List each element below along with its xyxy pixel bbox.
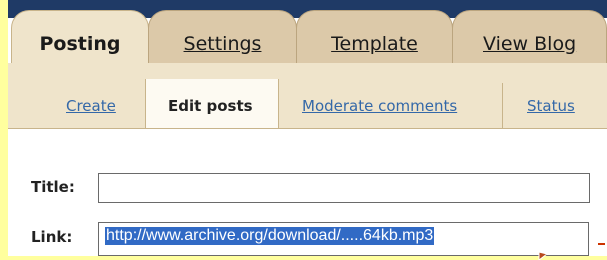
tab-template[interactable]: Template (296, 10, 453, 64)
tab-posting-label: Posting (39, 33, 121, 55)
title-label: Title: (31, 178, 75, 196)
subnav-border (8, 128, 607, 129)
tab-template-label: Template (331, 33, 418, 55)
subtab-edit-posts[interactable]: Edit posts (168, 97, 253, 115)
link-input[interactable]: http://www.archive.org/download/.....64k… (98, 222, 589, 256)
title-input[interactable] (98, 173, 590, 203)
subnav-divider (502, 83, 503, 129)
tab-view-blog[interactable]: View Blog (452, 10, 607, 64)
subtab-moderate-comments[interactable]: Moderate comments (302, 97, 457, 115)
tab-settings-label: Settings (183, 33, 262, 55)
red-dash-mark (598, 243, 605, 245)
sub-navigation: Create Edit posts Moderate comments Stat… (8, 63, 607, 129)
arrow-cursor-icon (538, 252, 549, 260)
subtab-status[interactable]: Status (527, 97, 575, 115)
subtab-create[interactable]: Create (66, 97, 116, 115)
link-value-selected: http://www.archive.org/download/.....64k… (105, 227, 435, 245)
tab-posting[interactable]: Posting (11, 10, 149, 64)
link-label: Link: (31, 228, 73, 246)
tab-view-blog-label: View Blog (483, 33, 577, 55)
tab-settings[interactable]: Settings (148, 10, 297, 64)
